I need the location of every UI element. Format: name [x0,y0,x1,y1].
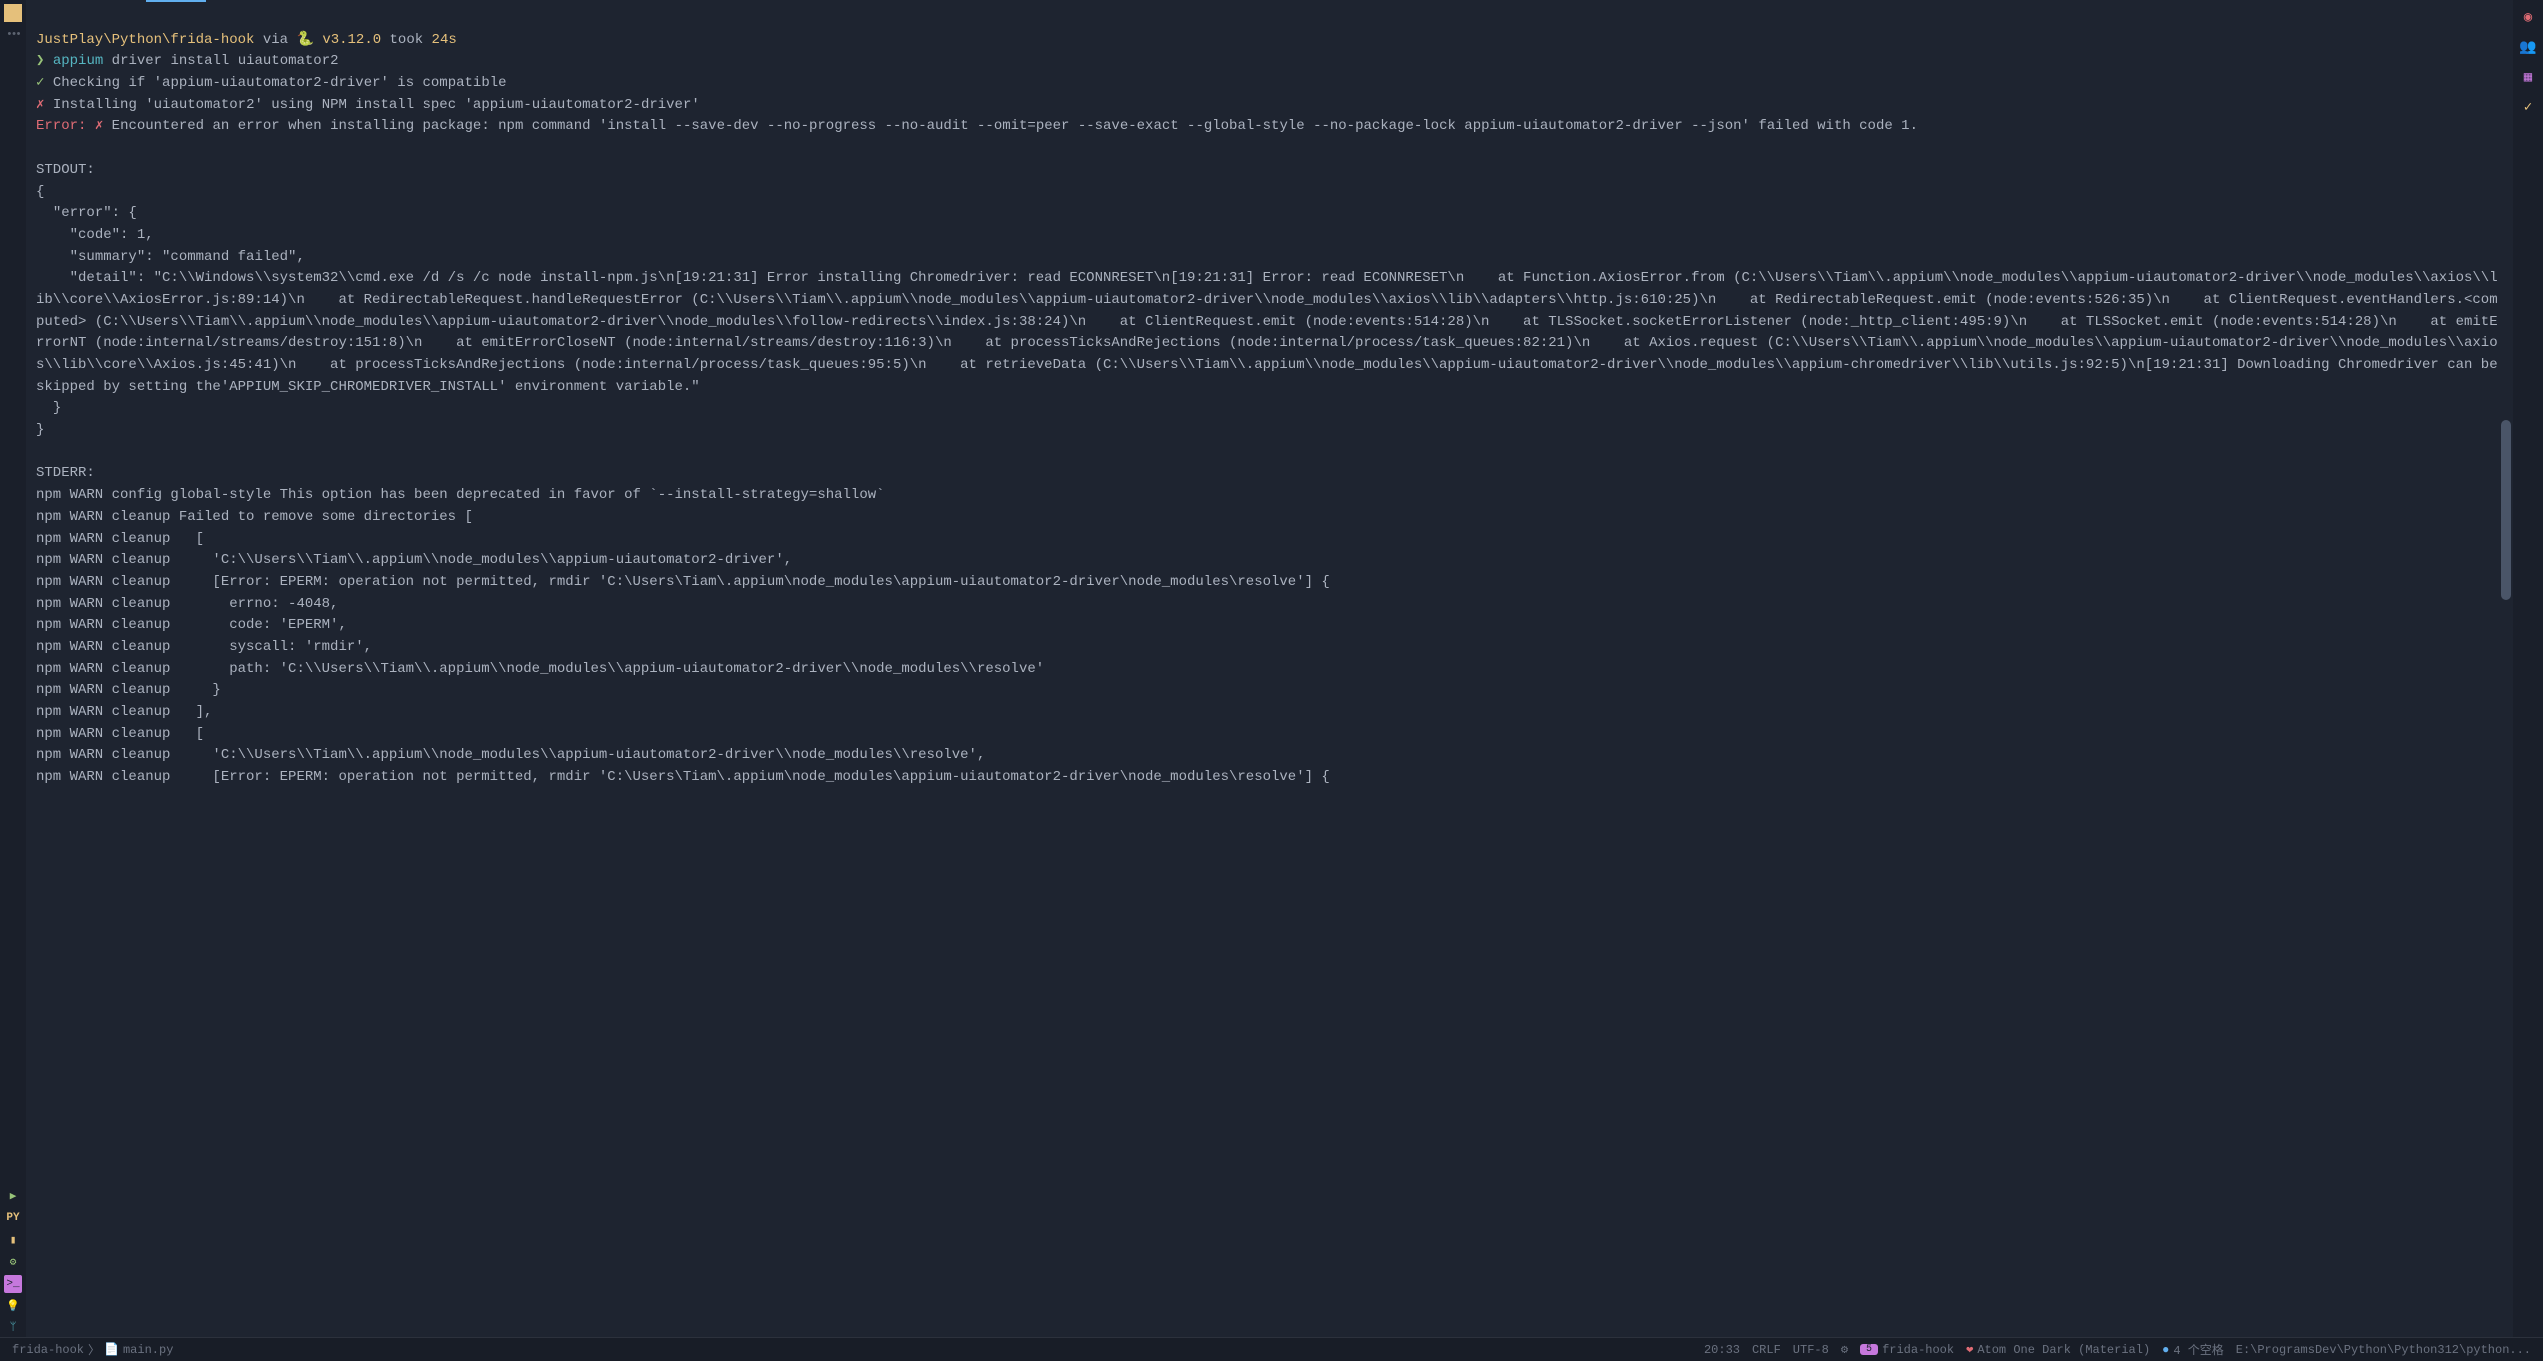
right-tool-bar: ◉ 👥 ▦ ✓ [2513,0,2543,1337]
theme-name: Atom One Dark (Material) [1977,1343,2150,1357]
stderr-line: npm WARN cleanup [Error: EPERM: operatio… [36,574,1330,590]
terminal-output[interactable]: JustPlay\Python\frida-hook via 🐍 v3.12.0… [26,0,2513,1337]
stderr-line: npm WARN cleanup } [36,682,221,698]
main-area: ••• ▶ PY ▮ ⚙ >_ 💡 ᛘ JustPlay\Python\frid… [0,0,2543,1337]
env-name: frida-hook [1882,1343,1954,1357]
stderr-line: npm WARN cleanup syscall: 'rmdir', [36,639,372,655]
prompt-via-label: via [263,32,288,48]
cross-icon-2: ✗ [95,118,103,134]
encoding-indicator[interactable]: UTF-8 [1793,1343,1829,1357]
scrollbar-thumb[interactable] [2501,420,2511,600]
terminal-icon[interactable]: >_ [4,1275,22,1293]
env-indicator[interactable]: 5 frida-hook [1860,1343,1954,1357]
prompt-took-time: 24s [432,32,457,48]
cursor-position[interactable]: 20:33 [1704,1343,1740,1357]
checklist-icon[interactable]: ✓ [2519,98,2537,116]
stderr-line: npm WARN cleanup code: 'EPERM', [36,617,347,633]
prompt-symbol: ❯ [36,53,44,69]
stderr-line: npm WARN cleanup [ [36,726,204,742]
prompt-path: JustPlay\Python\frida-hook [36,32,254,48]
stderr-line: npm WARN cleanup path: 'C:\\Users\\Tiam\… [36,661,1044,677]
stderr-line: npm WARN cleanup [ [36,531,204,547]
stderr-label: STDERR: [36,465,95,481]
folder-icon[interactable] [4,4,22,22]
settings-icon[interactable]: ⚙ [1841,1342,1848,1357]
breadcrumb[interactable]: frida-hook 〉 📄 main.py [12,1341,173,1358]
eol-indicator[interactable]: CRLF [1752,1343,1781,1357]
breadcrumb-file: main.py [123,1343,173,1357]
stderr-line: npm WARN cleanup errno: -4048, [36,596,338,612]
breadcrumb-root: frida-hook [12,1343,84,1357]
stderr-line: npm WARN cleanup [Error: EPERM: operatio… [36,769,1330,785]
gear-icon[interactable]: ⚙ [4,1253,22,1271]
heart-icon: ❤ [1966,1342,1973,1357]
error-label: Error: [36,118,86,134]
line-check: Checking if 'appium-uiautomator2-driver'… [53,75,507,91]
cross-icon: ✗ [36,97,44,113]
grid-icon[interactable]: ▦ [2519,68,2537,86]
status-bar: frida-hook 〉 📄 main.py 20:33 CRLF UTF-8 … [0,1337,2543,1361]
folder2-icon[interactable]: ▮ [4,1231,22,1249]
status-bar-left: frida-hook 〉 📄 main.py [12,1341,173,1358]
terminal-panel: JustPlay\Python\frida-hook via 🐍 v3.12.0… [26,0,2513,1337]
file-icon: 📄 [104,1342,119,1357]
prompt-version: v3.12.0 [322,32,381,48]
stderr-line: npm WARN cleanup 'C:\\Users\\Tiam\\.appi… [36,552,792,568]
breadcrumb-sep: 〉 [88,1341,100,1358]
stdout-body: { "error": { "code": 1, "summary": "comm… [36,184,2506,439]
stderr-line: npm WARN cleanup Failed to remove some d… [36,509,473,525]
status-bar-right: 20:33 CRLF UTF-8 ⚙ 5 frida-hook ❤ Atom O… [1704,1341,2531,1358]
stdout-label: STDOUT: [36,162,95,178]
check-icon: ✓ [36,75,44,91]
indent-indicator[interactable]: ● 4 个空格 [2162,1341,2224,1358]
copilot-icon[interactable]: 👥 [2519,38,2537,56]
debug-icon[interactable]: 💡 [4,1297,22,1315]
prompt-took-label: took [390,32,424,48]
command-exe: appium [53,53,103,69]
command-args: driver install uiautomator2 [112,53,339,69]
indent-value: 4 个空格 [2173,1341,2223,1358]
interpreter-path[interactable]: E:\ProgramsDev\Python\Python312\python..… [2236,1343,2531,1357]
stderr-line: npm WARN config global-style This option… [36,487,885,503]
reddit-icon[interactable]: ◉ [2519,8,2537,26]
python-icon[interactable]: PY [4,1209,22,1227]
dot-icon: ● [2162,1343,2169,1357]
theme-indicator[interactable]: ❤ Atom One Dark (Material) [1966,1342,2150,1357]
play-icon[interactable]: ▶ [4,1187,22,1205]
branch-icon[interactable]: ᛘ [4,1319,22,1337]
python-snake-icon: 🐍 [296,32,313,48]
left-activity-bar: ••• ▶ PY ▮ ⚙ >_ 💡 ᛘ [0,0,26,1337]
line-install: Installing 'uiautomator2' using NPM inst… [53,97,700,113]
more-icon[interactable]: ••• [4,26,22,44]
stderr-line: npm WARN cleanup ], [36,704,212,720]
stderr-line: npm WARN cleanup 'C:\\Users\\Tiam\\.appi… [36,747,985,763]
line-error: Encountered an error when installing pac… [112,118,1918,134]
env-badge: 5 [1860,1344,1878,1355]
